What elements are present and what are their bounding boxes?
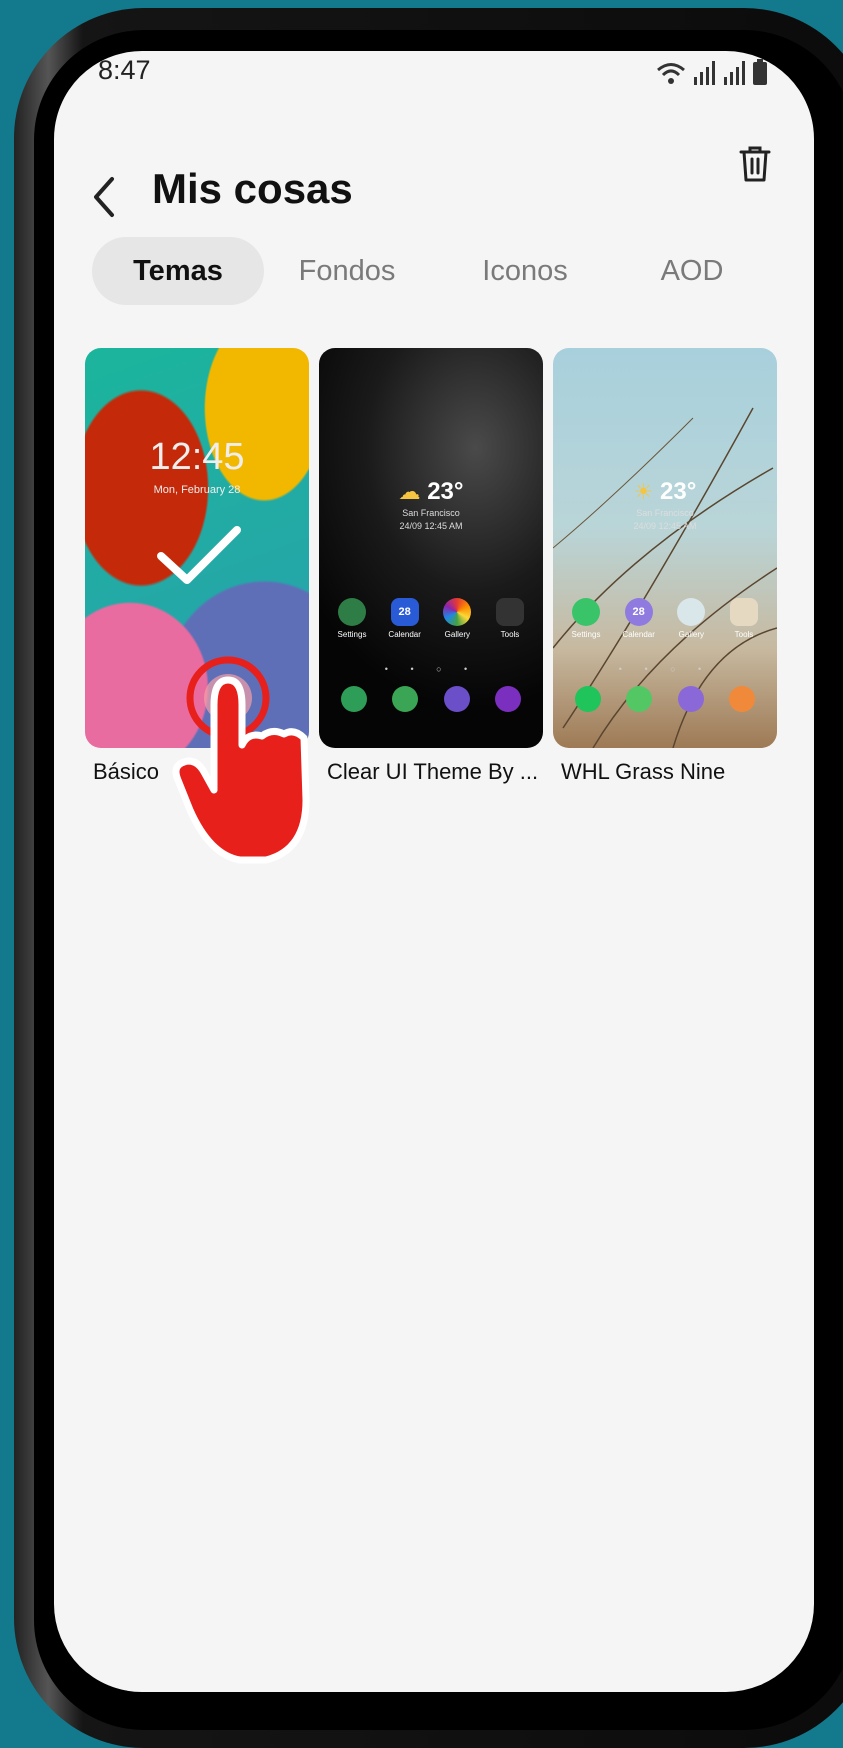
theme-label-basico: Básico <box>93 759 160 784</box>
dock <box>575 686 755 712</box>
theme-label-clear-ui: Clear UI Theme By ... <box>327 759 539 784</box>
phone-icon <box>575 686 601 712</box>
app-row: Settings 28 Calendar Gallery Tools <box>329 598 533 639</box>
app-calendar: 28 Calendar <box>616 598 662 639</box>
page-dots: • • ○ • <box>618 664 712 674</box>
checkmark-icon <box>157 526 241 584</box>
signal-icon-2 <box>724 61 745 85</box>
app-gallery: Gallery <box>668 598 714 639</box>
gallery-icon <box>443 598 472 626</box>
app-gallery: Gallery <box>434 598 480 639</box>
wifi-icon <box>657 63 685 84</box>
app-tools: Tools <box>721 598 767 639</box>
tab-iconos[interactable]: Iconos <box>450 237 600 305</box>
pointer-hand-icon <box>172 656 310 864</box>
weather-sun-icon: ☀ <box>633 479 654 504</box>
status-icons <box>656 59 768 85</box>
tools-icon <box>729 598 758 626</box>
camera-icon <box>728 686 755 712</box>
tab-aod[interactable]: AOD <box>622 237 762 305</box>
phone-icon <box>341 686 367 712</box>
weather-temp: ☁ 23° <box>398 478 464 505</box>
weather-temp: ☀ 23° <box>633 478 697 505</box>
tab-fondos[interactable]: Fondos <box>272 237 422 305</box>
settings-icon <box>572 598 600 626</box>
app-settings: Settings <box>563 598 609 639</box>
weather-date: 24/09 12:45 AM <box>633 521 697 531</box>
lock-time: 12:45 <box>149 436 245 478</box>
weather-city: San Francisco <box>636 508 694 518</box>
page-title: Mis cosas <box>152 165 353 212</box>
tab-temas[interactable]: Temas <box>92 237 264 305</box>
theme-card-clear-ui[interactable]: ☁ 23° San Francisco 24/09 12:45 AM Setti… <box>319 348 543 748</box>
calendar-icon: 28 <box>624 598 653 626</box>
trash-icon[interactable] <box>737 144 773 184</box>
settings-icon <box>338 598 366 626</box>
camera-icon <box>494 686 521 712</box>
battery-icon <box>753 59 767 85</box>
status-bar: 8:47 <box>98 51 768 111</box>
app-row: Settings 28 Calendar Gallery Tools <box>563 598 767 639</box>
gallery-icon <box>677 598 706 626</box>
weather-date: 24/09 12:45 AM <box>399 521 463 531</box>
weather-cloud-icon: ☁ <box>398 479 421 504</box>
internet-icon <box>677 686 704 712</box>
dock <box>341 686 521 712</box>
tab-bar: Temas Fondos Iconos AOD <box>92 237 782 307</box>
theme-card-whl-grass[interactable]: ☀ 23° San Francisco 24/09 12:45 AM Setti… <box>553 348 777 748</box>
screen: 8:47 Mis cosas Temas Fondos Iconos AOD 1… <box>54 51 814 1692</box>
page-dots: • • ○ • <box>384 664 478 674</box>
weather-city: San Francisco <box>402 508 460 518</box>
tools-icon <box>495 598 524 626</box>
app-calendar: 28 Calendar <box>382 598 428 639</box>
theme-label-whl-grass: WHL Grass Nine <box>561 759 726 784</box>
back-arrow-icon[interactable] <box>84 167 124 227</box>
status-time: 8:47 <box>98 55 151 85</box>
messages-icon <box>626 686 653 712</box>
app-tools: Tools <box>487 598 533 639</box>
header: Mis cosas <box>54 151 814 241</box>
signal-icon <box>694 61 715 85</box>
messages-icon <box>392 686 419 712</box>
lock-date: Mon, February 28 <box>153 484 241 496</box>
internet-icon <box>443 686 470 712</box>
calendar-icon: 28 <box>390 598 419 626</box>
app-settings: Settings <box>329 598 375 639</box>
